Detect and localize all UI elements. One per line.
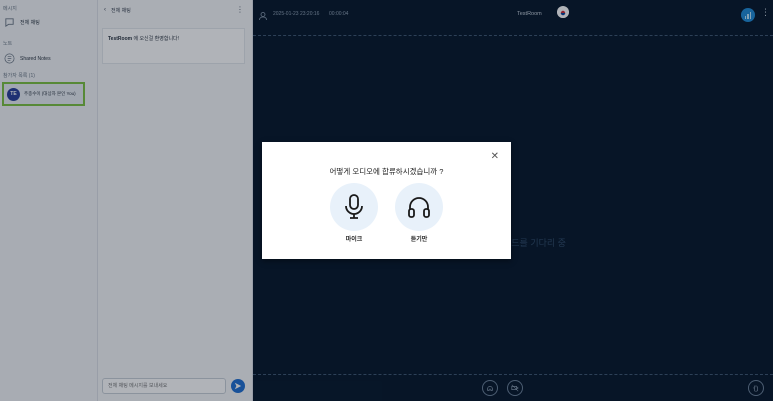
app-root: 메시지 전체 채팅 노트 Shared Notes 참가자 목록 (1) TE … [0,0,773,401]
join-audio-modal: ✕ 어떻게 오디오에 합류하시겠습니까 ? 마이크 듣기만 [262,142,511,259]
listen-only-label: 듣기만 [410,237,428,243]
microphone-label: 마이크 [345,237,363,243]
listen-only-option[interactable]: 듣기만 [395,183,443,243]
microphone-icon [345,194,363,219]
microphone-option[interactable]: 마이크 [330,183,378,243]
close-icon[interactable]: ✕ [491,151,499,162]
headphones-icon [408,197,430,218]
listen-only-button[interactable] [395,183,443,231]
microphone-button[interactable] [330,183,378,231]
modal-title: 어떻게 오디오에 합류하시겠습니까 ? [329,167,444,176]
